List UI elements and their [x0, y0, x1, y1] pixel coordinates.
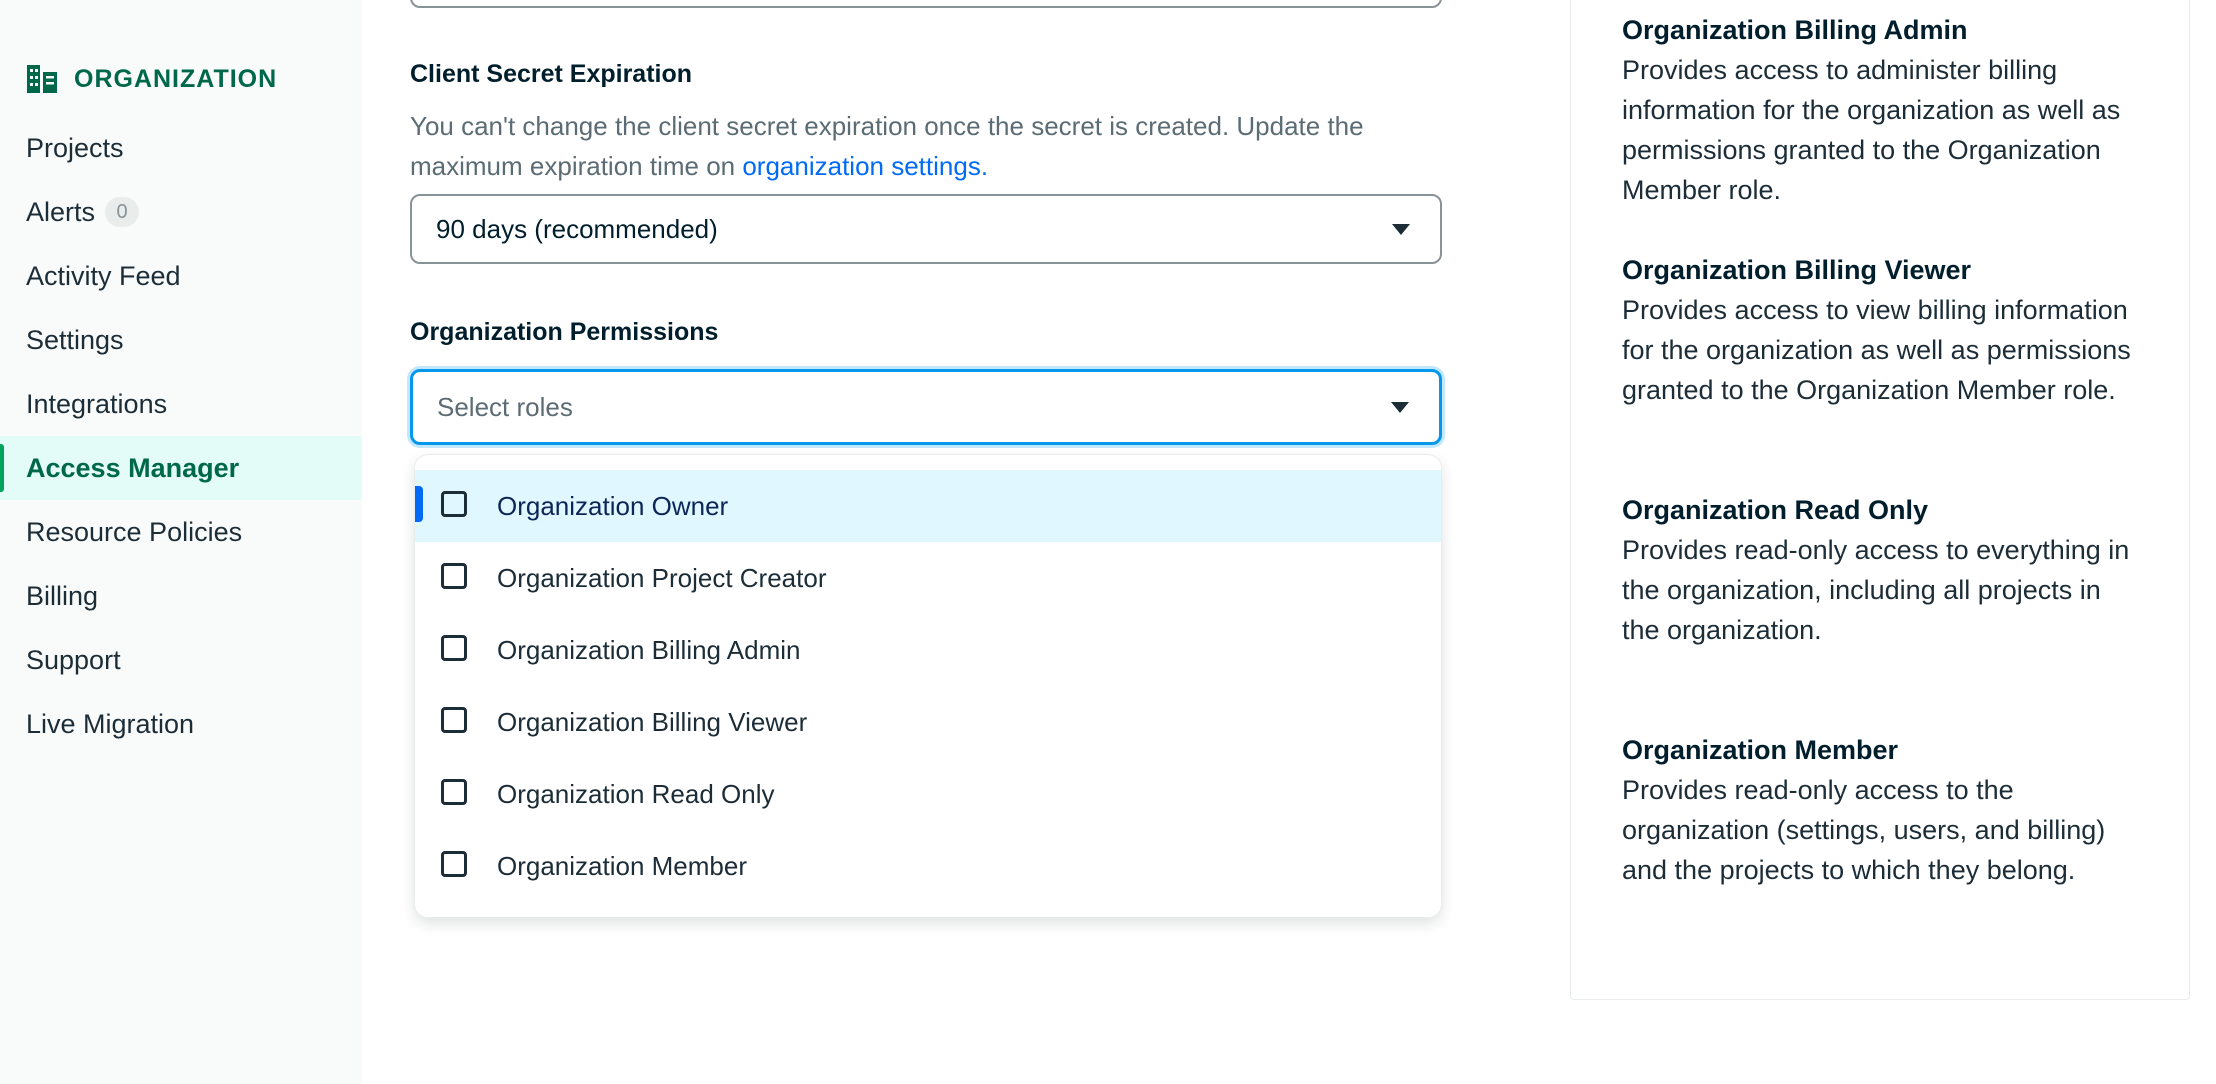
sidebar-item-access-manager[interactable]: Access Manager: [0, 436, 362, 500]
role-description: Provides access to view billing informat…: [1622, 295, 2131, 405]
main-content: Client Secret Expiration You can't chang…: [362, 0, 1572, 1084]
role-info-member: Organization Member Provides read-only a…: [1622, 730, 2142, 890]
caret-down-icon: [1391, 402, 1409, 413]
option-label: Organization Read Only: [497, 778, 775, 809]
sidebar-item-activity-feed[interactable]: Activity Feed: [0, 244, 362, 308]
option-label: Organization Owner: [497, 490, 729, 521]
sidebar-item-integrations[interactable]: Integrations: [0, 372, 362, 436]
sidebar-item-label: Access Manager: [26, 452, 240, 483]
organization-settings-link[interactable]: organization settings.: [742, 151, 988, 181]
secret-expiration-label: Client Secret Expiration: [410, 60, 693, 88]
role-option-organization-owner[interactable]: Organization Owner: [415, 470, 1441, 542]
role-option-organization-project-creator[interactable]: Organization Project Creator: [415, 542, 1441, 614]
organization-permissions-label: Organization Permissions: [410, 318, 719, 346]
role-option-organization-read-only[interactable]: Organization Read Only: [415, 758, 1441, 830]
option-label: Organization Project Creator: [497, 562, 827, 593]
role-title: Organization Member: [1622, 735, 1899, 765]
checkbox-icon[interactable]: [441, 563, 467, 589]
sidebar-item-label: Billing: [26, 580, 99, 611]
sidebar-item-label: Settings: [26, 324, 124, 355]
option-label: Organization Billing Viewer: [497, 706, 808, 737]
selected-value: 90 days (recommended): [436, 213, 718, 244]
sidebar-item-label: Resource Policies: [26, 516, 243, 547]
sidebar-item-label: Alerts: [26, 196, 96, 227]
alerts-count-badge: 0: [105, 197, 140, 227]
sidebar-item-label: Integrations: [26, 388, 168, 419]
sidebar-item-settings[interactable]: Settings: [0, 308, 362, 372]
sidebar-item-support[interactable]: Support: [0, 628, 362, 692]
role-option-organization-member[interactable]: Organization Member: [415, 830, 1441, 902]
role-title: Organization Billing Viewer: [1622, 255, 1972, 285]
roles-select[interactable]: Select roles: [410, 369, 1442, 445]
role-info-billing-viewer: Organization Billing Viewer Provides acc…: [1622, 250, 2142, 410]
role-description: Provides read-only access to the organiz…: [1622, 775, 2106, 885]
sidebar-item-alerts[interactable]: Alerts 0: [0, 180, 362, 244]
option-label: Organization Member: [497, 850, 747, 881]
sidebar-item-label: Support: [26, 644, 121, 675]
sidebar-nav: Projects Alerts 0 Activity Feed Settings …: [0, 116, 362, 756]
option-label: Organization Billing Admin: [497, 634, 801, 665]
sidebar-item-label: Live Migration: [26, 708, 195, 739]
caret-down-icon: [1392, 224, 1410, 235]
role-title: Organization Read Only: [1622, 495, 1929, 525]
checkbox-icon[interactable]: [441, 635, 467, 661]
sidebar-item-projects[interactable]: Projects: [0, 116, 362, 180]
previous-input-field[interactable]: [410, 0, 1442, 8]
roles-dropdown-menu: Organization Owner Organization Project …: [414, 454, 1442, 918]
sidebar-item-live-migration[interactable]: Live Migration: [0, 692, 362, 756]
role-description: Provides access to administer billing in…: [1622, 55, 2121, 205]
checkbox-icon[interactable]: [441, 491, 467, 517]
secret-expiration-description: You can't change the client secret expir…: [410, 106, 1460, 186]
sidebar-item-resource-policies[interactable]: Resource Policies: [0, 500, 362, 564]
sidebar-item-label: Activity Feed: [26, 260, 181, 291]
roles-placeholder: Select roles: [437, 391, 573, 422]
sidebar-item-label: Projects: [26, 132, 124, 163]
role-title: Organization Billing Admin: [1622, 15, 1968, 45]
secret-expiration-select[interactable]: 90 days (recommended): [410, 194, 1442, 264]
checkbox-icon[interactable]: [441, 707, 467, 733]
org-header: ORGANIZATION: [26, 64, 277, 94]
checkbox-icon[interactable]: [441, 779, 467, 805]
checkbox-icon[interactable]: [441, 851, 467, 877]
role-info-billing-admin: Organization Billing Admin Provides acce…: [1622, 10, 2142, 210]
org-label: ORGANIZATION: [74, 64, 278, 93]
role-description: Provides read-only access to everything …: [1622, 535, 2130, 645]
role-option-organization-billing-admin[interactable]: Organization Billing Admin: [415, 614, 1441, 686]
sidebar-item-billing[interactable]: Billing: [0, 564, 362, 628]
role-info-read-only: Organization Read Only Provides read-onl…: [1622, 490, 2142, 650]
role-option-organization-billing-viewer[interactable]: Organization Billing Viewer: [415, 686, 1441, 758]
building-icon: [27, 65, 57, 93]
sidebar: ORGANIZATION Projects Alerts 0 Activity F…: [0, 0, 362, 1084]
